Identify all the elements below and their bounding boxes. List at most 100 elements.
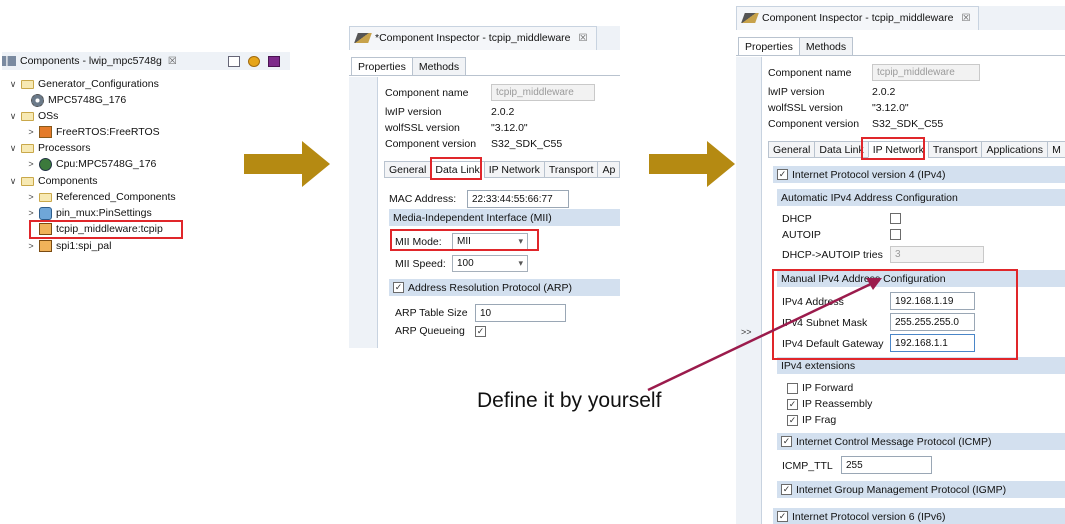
components-view-tab[interactable]: Components - lwip_mpc5748g ☒	[2, 52, 290, 70]
folder-icon	[21, 79, 34, 89]
annotation-pointer-arrow	[647, 278, 882, 392]
close-icon[interactable]: ☒	[961, 13, 970, 24]
add-component-icon[interactable]	[268, 56, 280, 67]
field-label: lwIP version	[768, 86, 825, 98]
chevron-down-icon[interactable]: ∨	[8, 176, 18, 187]
tab-general[interactable]: General	[384, 161, 432, 178]
properties-methods-tabs: Properties Methods	[349, 56, 620, 76]
mii-section-header: Media-Independent Interface (MII)	[389, 209, 620, 226]
dhcp-checkbox-wrap	[890, 213, 905, 227]
arp-table-size-field[interactable]: 10	[475, 304, 566, 322]
chevron-right-icon[interactable]: >	[26, 192, 36, 202]
right-arrow-icon	[244, 141, 330, 187]
highlight-ip-network-tab	[861, 137, 925, 160]
igmp-enable-checkbox[interactable]: ✓	[781, 484, 792, 495]
tab-more[interactable]: M	[1047, 141, 1065, 158]
inspector-tab-title: Component Inspector - tcpip_middleware	[762, 12, 954, 24]
folder-icon	[39, 192, 52, 202]
mii-speed-select[interactable]: 100 ▾	[452, 255, 528, 272]
inspector-form: Component name tcpip_middleware lwIP ver…	[379, 77, 620, 348]
wolfssl-version-value: "3.12.0"	[872, 102, 909, 114]
inspector-tab[interactable]: Component Inspector - tcpip_middleware ☒	[736, 6, 980, 30]
arp-section-title: Address Resolution Protocol (ARP)	[408, 281, 572, 294]
icmp-section-header[interactable]: ✓ Internet Control Message Protocol (ICM…	[777, 433, 1065, 450]
tab-properties[interactable]: Properties	[738, 37, 800, 55]
tree-item-label: OSs	[38, 110, 59, 122]
tab-transport[interactable]: Transport	[927, 141, 983, 158]
dhcp-checkbox[interactable]	[890, 213, 901, 224]
ipv6-section-header[interactable]: ✓ Internet Protocol version 6 (IPv6)	[773, 508, 1065, 524]
tree-item-pin-mux[interactable]: > pin_mux:PinSettings	[26, 205, 152, 221]
wolfssl-version-value: "3.12.0"	[491, 122, 528, 134]
arp-table-size-label: ARP Table Size	[395, 307, 468, 319]
tree-item-label: Processors	[38, 142, 91, 154]
close-icon[interactable]: ☒	[579, 33, 588, 44]
field-label: wolfSSL version	[768, 102, 843, 114]
refresh-icon[interactable]	[248, 56, 260, 67]
icmp-ttl-field[interactable]: 255	[841, 456, 932, 474]
tree-item-oss[interactable]: ∨ OSs	[8, 108, 59, 124]
tab-transport[interactable]: Transport	[543, 161, 599, 178]
components-view-title: Components - lwip_mpc5748g	[20, 55, 162, 67]
ip-frag-label: IP Frag	[802, 414, 837, 426]
icmp-ttl-label: ICMP_TTL	[782, 460, 833, 472]
ipv6-section-title: Internet Protocol version 6 (IPv6)	[792, 510, 946, 523]
arp-enable-checkbox[interactable]: ✓	[393, 282, 404, 293]
ip-frag-checkbox[interactable]: ✓	[787, 414, 798, 426]
mac-address-label: MAC Address:	[389, 193, 457, 205]
ipv4-enable-checkbox[interactable]: ✓	[777, 169, 788, 180]
tab-methods[interactable]: Methods	[798, 37, 854, 55]
tree-item-referenced-components[interactable]: > Referenced_Components	[26, 189, 176, 205]
tree-item-components[interactable]: ∨ Components	[8, 173, 98, 189]
tree-item-label: Referenced_Components	[56, 191, 176, 203]
pin-settings-icon	[39, 206, 52, 220]
icmp-section-title: Internet Control Message Protocol (ICMP)	[796, 435, 992, 448]
annotation-text: Define it by yourself	[477, 389, 662, 412]
mac-address-field[interactable]: 22:33:44:55:66:77	[467, 190, 569, 208]
ip-reassembly-checkbox[interactable]: ✓	[787, 398, 798, 410]
component-version-value: S32_SDK_C55	[872, 118, 944, 130]
tab-properties[interactable]: Properties	[351, 57, 413, 75]
arp-queueing-checkbox[interactable]: ✓	[475, 326, 486, 337]
chevron-right-icon[interactable]: >	[26, 208, 36, 218]
right-arrow-icon	[649, 141, 735, 187]
inspector-tab-title: *Component Inspector - tcpip_middleware	[375, 32, 571, 44]
inspector-title-bar: *Component Inspector - tcpip_middleware …	[349, 26, 620, 50]
tab-applications[interactable]: Ap	[597, 161, 620, 178]
icmp-enable-checkbox[interactable]: ✓	[781, 436, 792, 447]
tree-item-mpc5748g-176[interactable]: MPC5748G_176	[31, 92, 126, 108]
dhcp-autoip-tries-field[interactable]: 3	[890, 246, 984, 263]
collapse-all-icon[interactable]	[228, 56, 240, 67]
ip-frag-row[interactable]: ✓ IP Frag	[787, 412, 836, 428]
inspector-tab[interactable]: *Component Inspector - tcpip_middleware …	[349, 26, 597, 50]
chevron-down-icon[interactable]: ∨	[8, 79, 18, 90]
tree-item-generator-configurations[interactable]: ∨ Generator_Configurations	[8, 76, 159, 92]
mii-speed-label: MII Speed:	[395, 258, 446, 270]
tab-ip-network[interactable]: IP Network	[483, 161, 545, 178]
autoip-checkbox[interactable]	[890, 229, 901, 240]
auto-ipv4-section-header: Automatic IPv4 Address Configuration	[777, 189, 1065, 206]
lwip-version-value: 2.0.2	[491, 106, 515, 118]
close-icon[interactable]: ☒	[168, 56, 177, 67]
chevron-right-icon[interactable]: >	[26, 241, 36, 251]
tab-applications[interactable]: Applications	[981, 141, 1049, 158]
tree-item-cpu[interactable]: > Cpu:MPC5748G_176	[26, 156, 156, 172]
tree-item-freertos[interactable]: > FreeRTOS:FreeRTOS	[26, 124, 160, 140]
tree-item-spi1[interactable]: > spi1:spi_pal	[26, 238, 111, 254]
ipv4-section-header[interactable]: ✓ Internet Protocol version 4 (IPv4)	[773, 166, 1065, 183]
igmp-section-header[interactable]: ✓ Internet Group Management Protocol (IG…	[777, 481, 1065, 498]
component-name-field[interactable]: tcpip_middleware	[872, 64, 980, 81]
chevron-right-icon[interactable]: >	[26, 127, 36, 137]
chevron-down-icon[interactable]: ∨	[8, 143, 18, 154]
tab-methods[interactable]: Methods	[411, 57, 467, 75]
chevron-down-icon[interactable]: ∨	[8, 111, 18, 122]
chevron-right-icon[interactable]: >	[26, 159, 36, 169]
tree-item-processors[interactable]: ∨ Processors	[8, 140, 91, 156]
component-version-value: S32_SDK_C55	[491, 138, 563, 150]
arp-section-header[interactable]: ✓ Address Resolution Protocol (ARP)	[389, 279, 620, 296]
tab-general[interactable]: General	[768, 141, 816, 158]
component-name-field[interactable]: tcpip_middleware	[491, 84, 595, 101]
ipv6-enable-checkbox[interactable]: ✓	[777, 511, 788, 522]
inspector-title-bar: Component Inspector - tcpip_middleware ☒	[736, 6, 1065, 30]
field-label: Component version	[385, 138, 477, 150]
